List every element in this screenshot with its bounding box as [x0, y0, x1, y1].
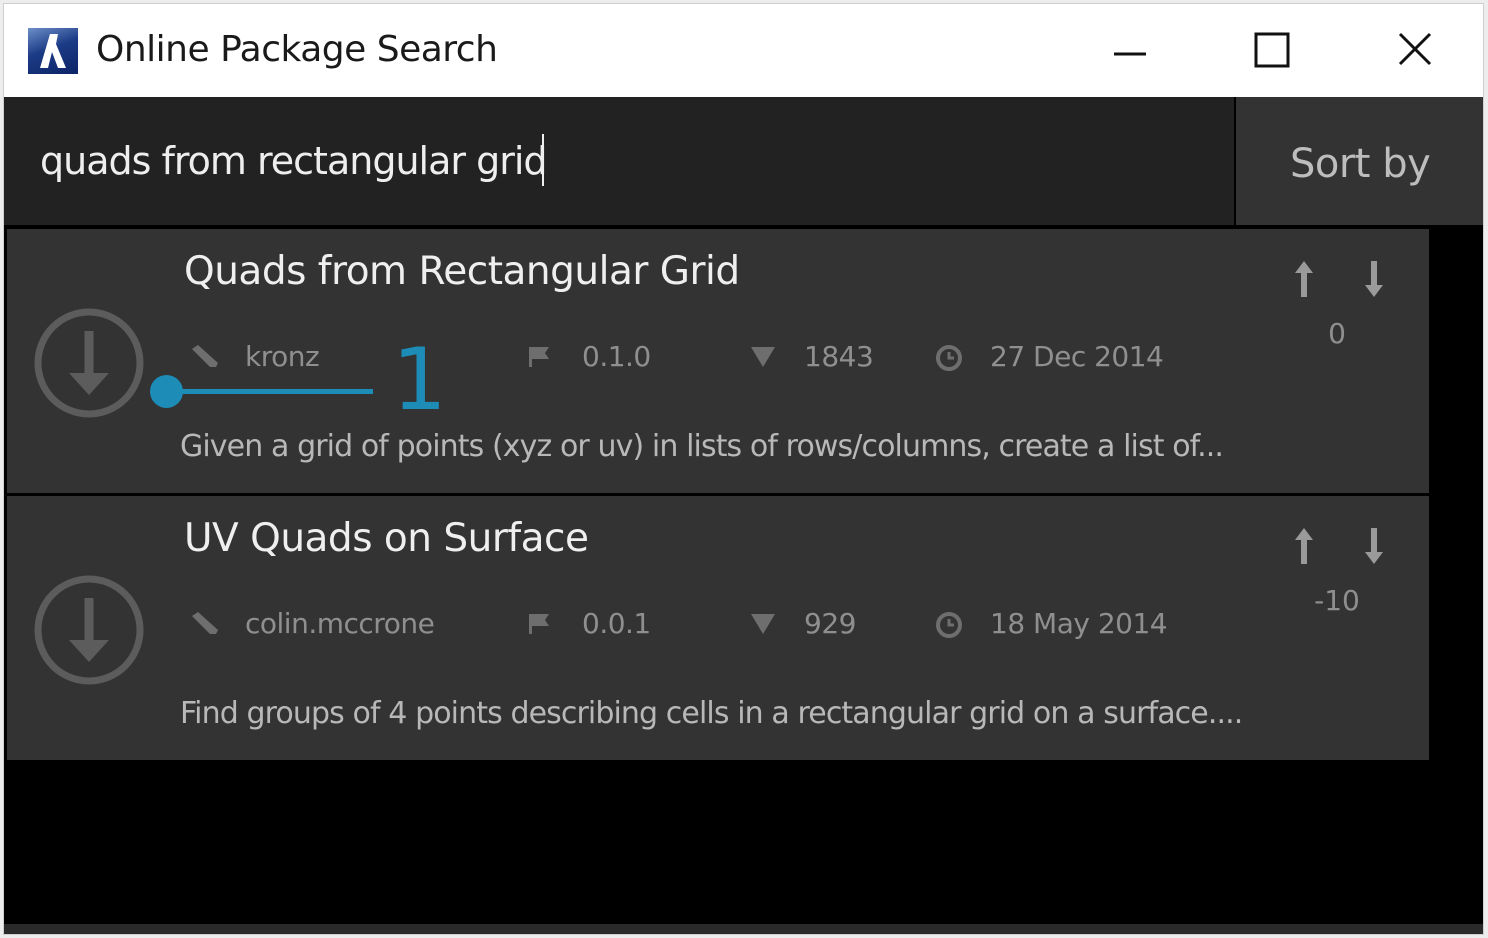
maximize-button[interactable] — [1242, 24, 1302, 78]
dynamo-logo-icon — [28, 28, 78, 74]
clock-icon — [936, 345, 962, 371]
download-count: 929 — [804, 607, 856, 640]
close-button[interactable] — [1384, 24, 1444, 78]
title-bar: Online Package Search — [4, 4, 1483, 97]
version-number: 0.0.1 — [582, 607, 651, 640]
author-name: colin.mccrone — [245, 607, 435, 640]
flag-icon — [529, 614, 549, 634]
publish-date: 18 May 2014 — [990, 607, 1168, 640]
package-search-window: Online Package Search Sort by — [3, 3, 1484, 935]
triangle-down-icon — [751, 347, 775, 367]
arrow-up-icon[interactable] — [1289, 524, 1319, 568]
download-count: 1843 — [804, 340, 874, 373]
pencil-icon — [192, 345, 218, 367]
author-name: kronz — [245, 340, 320, 373]
search-input[interactable] — [40, 131, 1190, 191]
minimize-icon — [1114, 52, 1146, 56]
sort-by-button[interactable]: Sort by — [1236, 97, 1483, 225]
callout-number: 1 — [392, 330, 447, 430]
package-description: Given a grid of points (xyz or uv) in li… — [180, 429, 1224, 464]
vote-count: 0 — [1328, 317, 1346, 350]
arrow-down-icon[interactable] — [1359, 524, 1389, 568]
package-description: Find groups of 4 points describing cells… — [180, 696, 1243, 731]
publish-date: 27 Dec 2014 — [990, 340, 1164, 373]
window-bottom-edge — [4, 924, 1483, 934]
close-icon — [1398, 32, 1432, 66]
callout-line — [165, 389, 373, 394]
window-title: Online Package Search — [96, 29, 498, 70]
arrow-down-icon[interactable] — [1359, 257, 1389, 301]
package-result[interactable]: Quads from Rectangular Grid kronz 0.1.0 … — [7, 229, 1429, 493]
search-results-list: Quads from Rectangular Grid kronz 0.1.0 … — [7, 229, 1429, 763]
package-result[interactable]: UV Quads on Surface colin.mccrone 0.0.1 … — [7, 496, 1429, 760]
pencil-icon — [192, 612, 218, 634]
minimize-button[interactable] — [1100, 24, 1160, 78]
search-bar — [4, 97, 1234, 225]
callout-dot — [150, 375, 183, 408]
maximize-icon — [1254, 32, 1290, 68]
package-name[interactable]: Quads from Rectangular Grid — [184, 249, 740, 294]
version-number: 0.1.0 — [582, 340, 651, 373]
download-circle-icon[interactable] — [33, 307, 145, 419]
text-caret — [542, 134, 544, 186]
package-name[interactable]: UV Quads on Surface — [184, 516, 589, 561]
flag-icon — [529, 347, 549, 367]
triangle-down-icon — [751, 614, 775, 634]
download-circle-icon[interactable] — [33, 574, 145, 686]
arrow-up-icon[interactable] — [1289, 257, 1319, 301]
clock-icon — [936, 612, 962, 638]
vote-count: -10 — [1314, 584, 1360, 617]
